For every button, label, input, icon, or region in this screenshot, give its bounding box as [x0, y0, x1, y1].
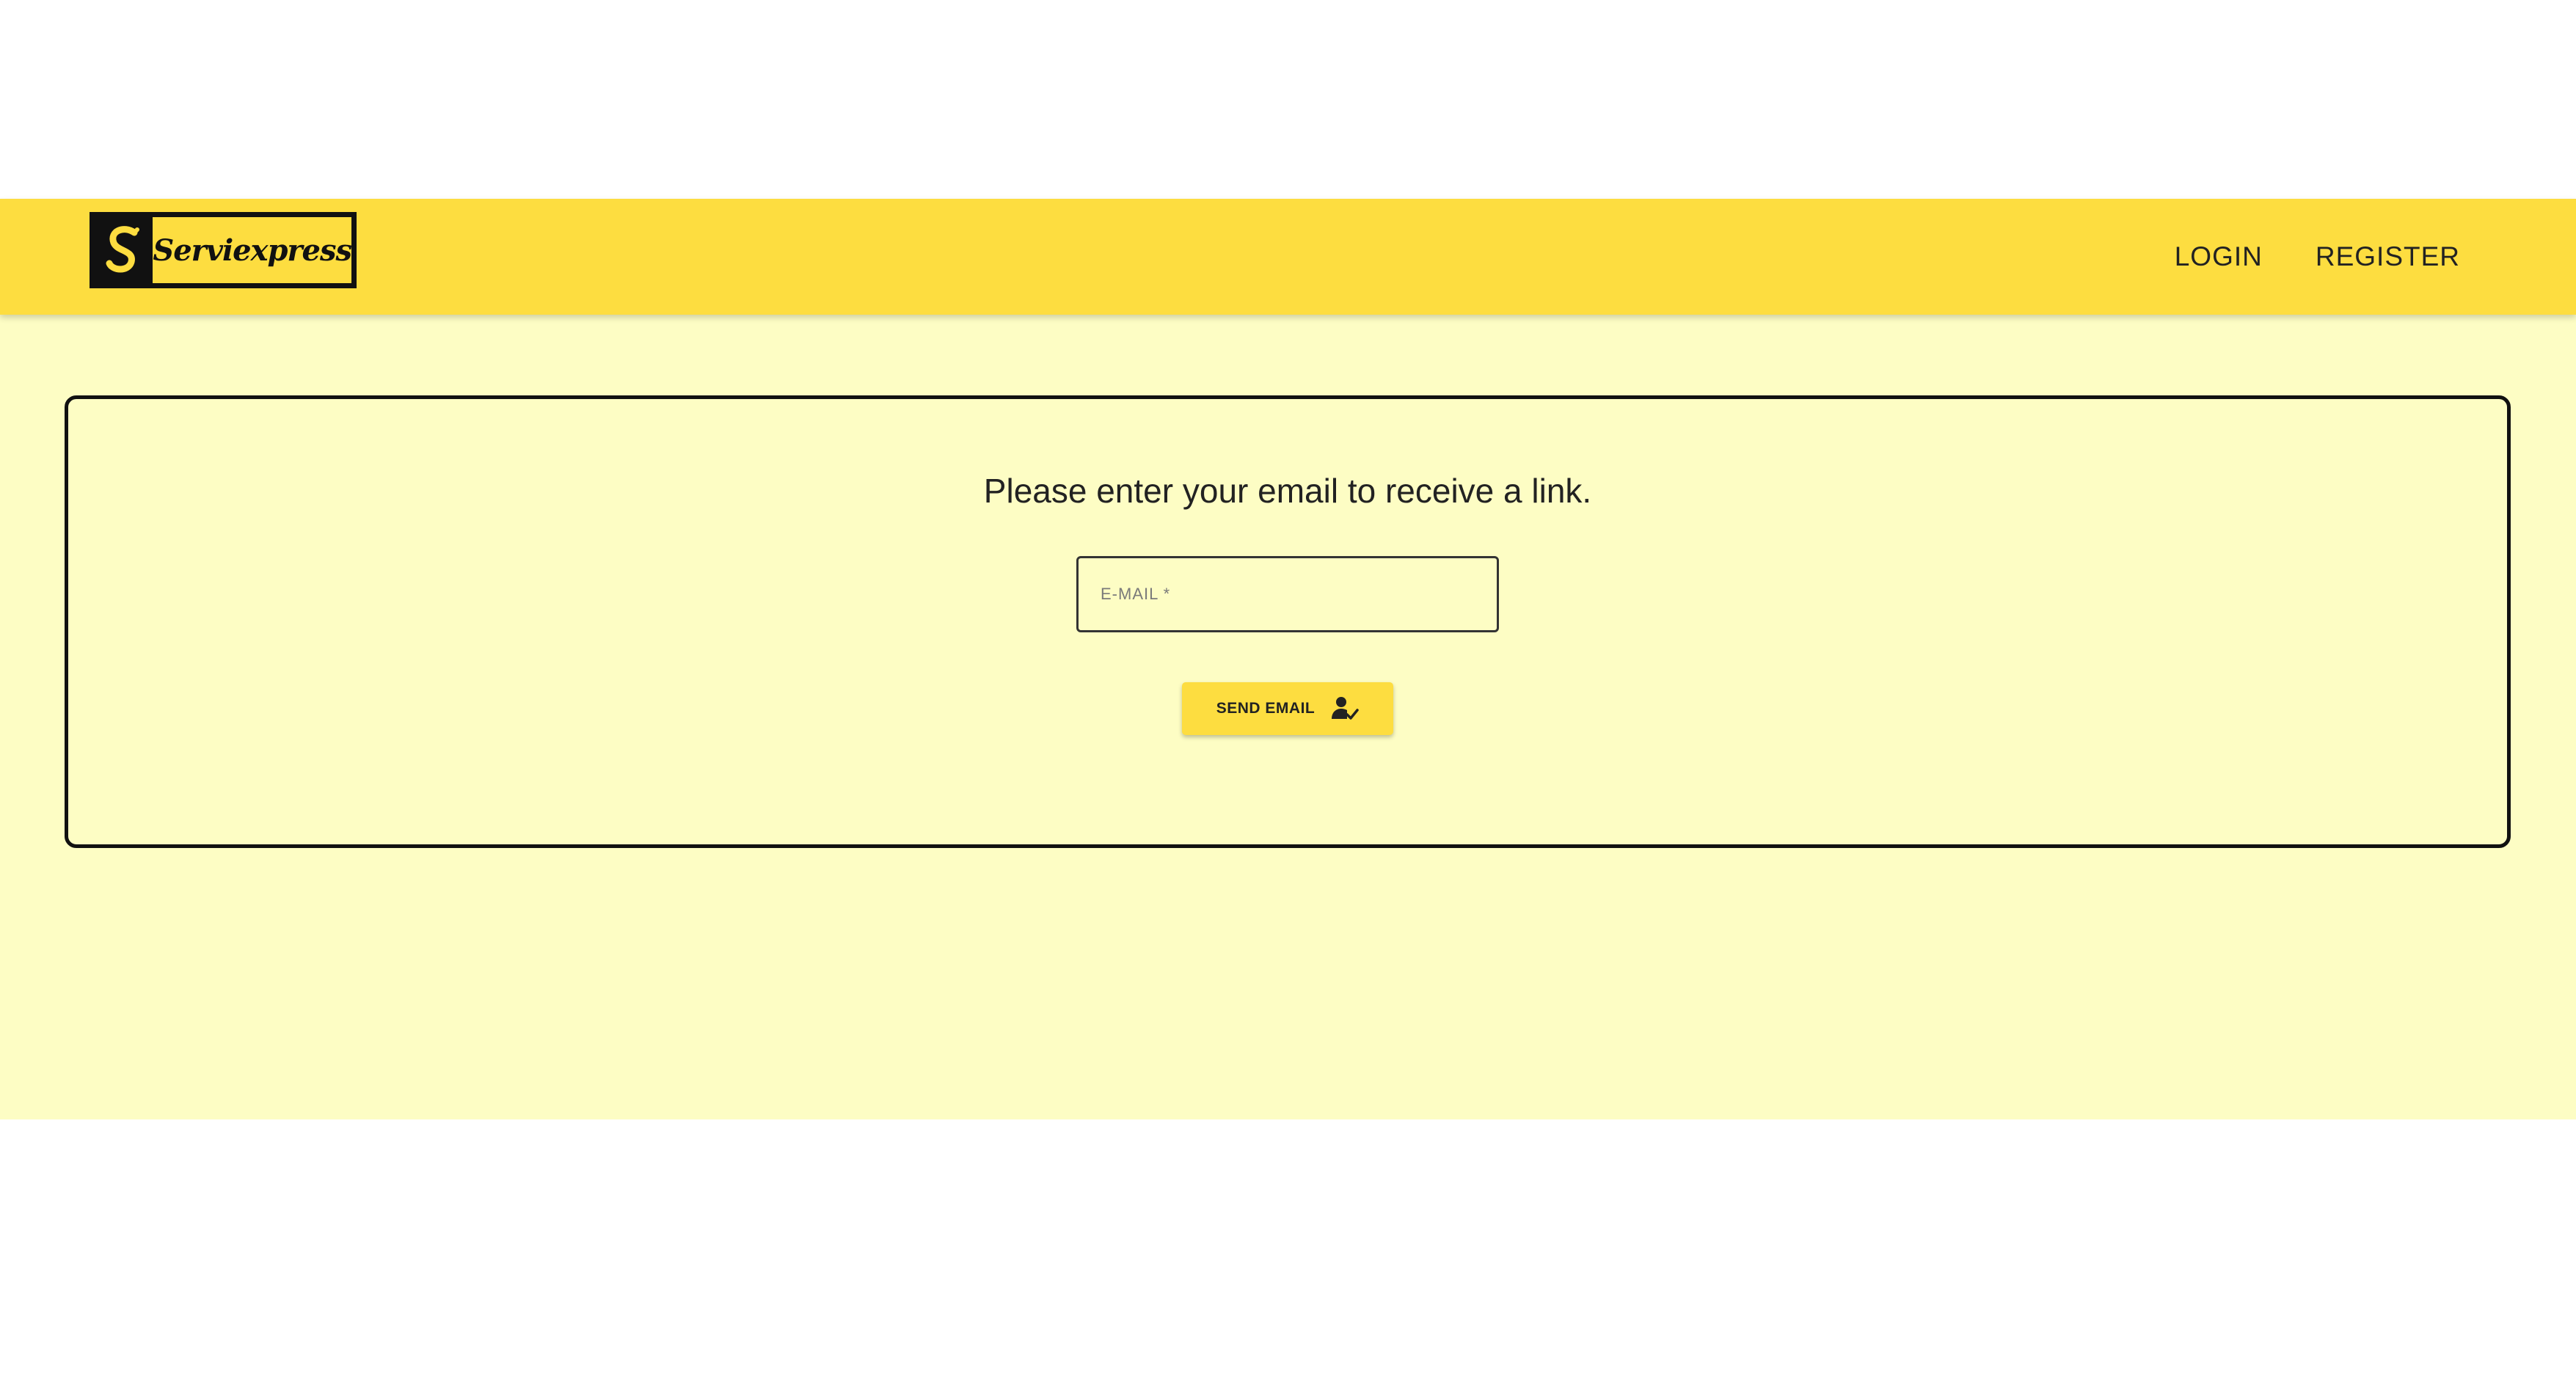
login-link[interactable]: LOGIN	[2175, 241, 2263, 272]
user-check-icon	[1329, 694, 1359, 723]
send-email-label: SEND EMAIL	[1216, 700, 1316, 717]
send-email-button[interactable]: SEND EMAIL	[1182, 682, 1393, 735]
register-link[interactable]: REGISTER	[2316, 241, 2460, 272]
brand-logo[interactable]: Serviexpress	[90, 212, 357, 288]
nav-links: LOGIN REGISTER	[2175, 199, 2460, 315]
email-input[interactable]	[1079, 558, 1497, 630]
email-field	[1076, 556, 1499, 632]
app-viewport: Serviexpress LOGIN REGISTER Please enter…	[0, 199, 2576, 1119]
brand-name: Serviexpress	[153, 217, 352, 283]
logo-s-icon	[95, 217, 153, 283]
prompt-text: Please enter your email to receive a lin…	[983, 472, 1592, 510]
navbar: Serviexpress LOGIN REGISTER	[0, 199, 2576, 315]
reset-password-card: Please enter your email to receive a lin…	[65, 395, 2511, 848]
screen: Serviexpress LOGIN REGISTER Please enter…	[0, 0, 2576, 1385]
